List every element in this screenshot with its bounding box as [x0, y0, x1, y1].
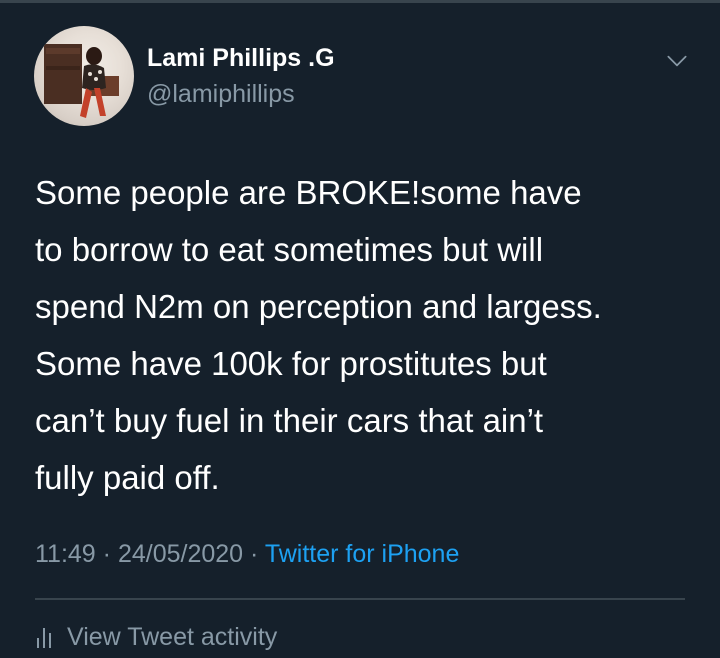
tweet-time[interactable]: 11:49 — [35, 540, 96, 568]
user-handle[interactable]: @lamiphillips — [147, 80, 295, 109]
tweet-text: Some people are BROKE!some have to borro… — [35, 164, 705, 506]
chevron-down-icon[interactable] — [664, 48, 690, 74]
tweet-line: Some have 100k for prostitutes but — [35, 345, 547, 382]
meta-separator: · — [243, 540, 265, 568]
top-divider — [0, 0, 720, 3]
bar-chart-icon — [35, 624, 55, 650]
meta-separator: · — [95, 540, 118, 568]
view-tweet-activity-button[interactable]: View Tweet activity — [35, 619, 277, 655]
tweet-date[interactable]: 24/05/2020 — [118, 540, 243, 568]
tweet-line: fully paid off. — [35, 459, 220, 496]
divider — [35, 598, 685, 600]
tweet-line: spend N2m on perception and largess. — [35, 288, 602, 325]
avatar-image — [44, 44, 119, 118]
tweet-meta: 11:49 · 24/05/2020 · Twitter for iPhone — [35, 540, 459, 569]
view-tweet-activity-label: View Tweet activity — [67, 622, 278, 651]
display-name[interactable]: Lami Phillips .G — [147, 44, 335, 73]
tweet-line: to borrow to eat sometimes but will — [35, 231, 544, 268]
tweet-source-link[interactable]: Twitter for iPhone — [265, 540, 460, 568]
tweet-line: can’t buy fuel in their cars that ain’t — [35, 402, 544, 439]
avatar[interactable] — [34, 26, 134, 126]
tweet-line: Some people are BROKE!some have — [35, 174, 582, 211]
